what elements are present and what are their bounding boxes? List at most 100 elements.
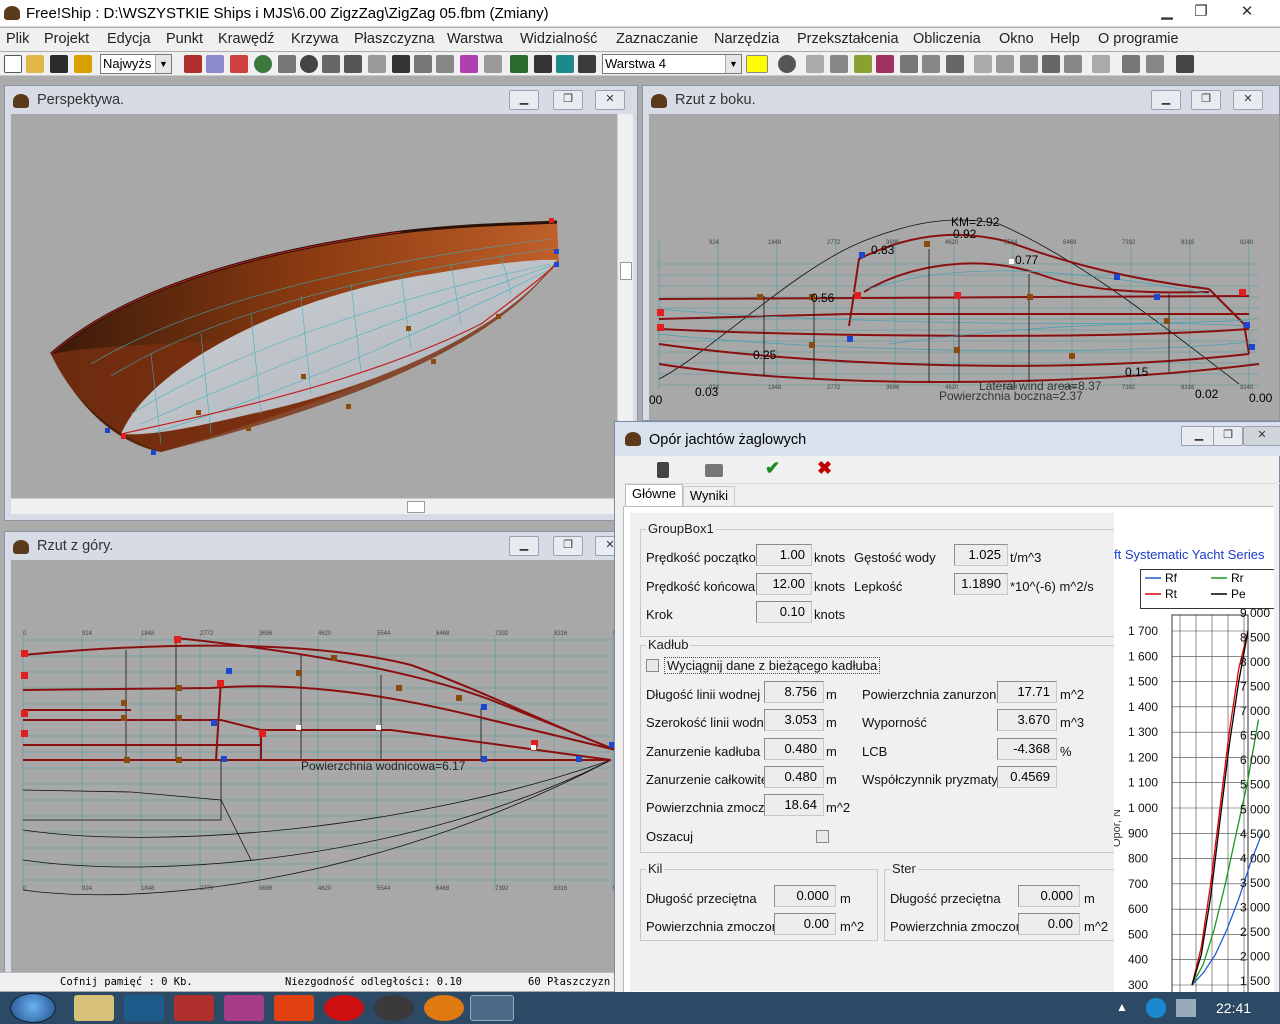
perspective-maximize-button[interactable]: ❐: [553, 90, 583, 110]
menu-plaszczyzna[interactable]: Płaszczyzna: [354, 31, 435, 47]
menu-projekt[interactable]: Projekt: [44, 31, 89, 47]
unlock-all-icon[interactable]: [946, 55, 964, 73]
perspective-viewport[interactable]: [11, 114, 617, 498]
layer-select[interactable]: Warstwa 4 ▼: [602, 54, 742, 74]
extract-checkbox[interactable]: [646, 659, 659, 672]
hull-draft-input[interactable]: 0.480: [764, 738, 824, 760]
waterplane-area-input[interactable]: 17.71: [997, 681, 1057, 703]
unlock-icon[interactable]: [922, 55, 940, 73]
minimize-button[interactable]: ▁: [1150, 2, 1184, 24]
buttocks-icon[interactable]: [344, 55, 362, 73]
markers-icon[interactable]: [436, 55, 454, 73]
shading-icon[interactable]: [300, 55, 318, 73]
freeship-taskbar-icon[interactable]: [470, 995, 514, 1021]
layer-icon[interactable]: [510, 55, 528, 73]
menu-o-programie[interactable]: O programie: [1098, 31, 1179, 47]
face-icon[interactable]: [1042, 55, 1060, 73]
density-input[interactable]: 1.025: [954, 544, 1008, 566]
start-button[interactable]: [10, 993, 56, 1023]
remove-unused-icon[interactable]: [1146, 55, 1164, 73]
dialog-minimize-button[interactable]: ▁: [1181, 426, 1217, 446]
layer-color-swatch[interactable]: [746, 55, 768, 73]
insert-point-icon[interactable]: [830, 55, 848, 73]
tray-app-icon[interactable]: [1146, 998, 1166, 1018]
layer-props-icon[interactable]: [534, 55, 552, 73]
network-icon[interactable]: [1176, 999, 1196, 1017]
clock[interactable]: 22:41: [1216, 1000, 1251, 1016]
dialog-close-button[interactable]: ✕: [1243, 426, 1280, 446]
estimate-checkbox[interactable]: [816, 830, 829, 843]
speed-end-input[interactable]: 12.00: [756, 573, 812, 595]
collapse-icon[interactable]: [876, 55, 894, 73]
menu-przeksztalcenia[interactable]: Przekształcenia: [797, 31, 899, 47]
displacement-input[interactable]: 3.670: [997, 709, 1057, 731]
menu-okno[interactable]: Okno: [999, 31, 1034, 47]
total-draft-input[interactable]: 0.480: [764, 766, 824, 788]
move-icon[interactable]: [806, 55, 824, 73]
step-input[interactable]: 0.10: [756, 601, 812, 623]
firefox-taskbar-icon[interactable]: [424, 995, 464, 1021]
precision-select[interactable]: Najwyżs ▼: [100, 54, 172, 74]
cancel-x-icon[interactable]: ✖: [817, 458, 832, 479]
perspective-hscrollbar[interactable]: [11, 498, 617, 514]
top-maximize-button[interactable]: ❐: [553, 536, 583, 556]
side-minimize-button[interactable]: ▁: [1151, 90, 1181, 110]
rudder-length-input[interactable]: 0.000: [1018, 885, 1080, 907]
lock-icon[interactable]: [900, 55, 918, 73]
split-icon[interactable]: [974, 55, 992, 73]
viscosity-input[interactable]: 1.1890: [954, 573, 1008, 595]
explorer-taskbar-icon[interactable]: [74, 995, 114, 1021]
wetted-area-input[interactable]: 18.64: [764, 794, 824, 816]
hscroll-thumb[interactable]: [407, 501, 425, 513]
menu-krawedz[interactable]: Krawędź: [218, 31, 274, 47]
keel-area-input[interactable]: 0.00: [774, 913, 836, 935]
menu-widzialnosc[interactable]: Widzialność: [520, 31, 597, 47]
show-normals-icon[interactable]: [230, 55, 248, 73]
speed-start-input[interactable]: 1.00: [756, 544, 812, 566]
app4-taskbar-icon[interactable]: [274, 995, 314, 1021]
layer-color-icon[interactable]: [556, 55, 574, 73]
curve-icon[interactable]: [1092, 55, 1110, 73]
stations-icon[interactable]: [322, 55, 340, 73]
flowlines-icon[interactable]: [460, 55, 478, 73]
calculator-icon[interactable]: [657, 462, 669, 478]
delete-icon[interactable]: [1176, 55, 1194, 73]
app3-taskbar-icon[interactable]: [224, 995, 264, 1021]
side-maximize-button[interactable]: ❐: [1191, 90, 1221, 110]
vscroll-thumb[interactable]: [620, 262, 632, 280]
maximize-button[interactable]: ❐: [1184, 2, 1218, 24]
diagonals-icon[interactable]: [392, 55, 410, 73]
show-interior-edges-icon[interactable]: [206, 55, 224, 73]
grid-icon[interactable]: [278, 55, 296, 73]
top-viewport[interactable]: Powierzchnia wodnicowa=6.17 0 0 924 924 1848…: [11, 560, 617, 972]
menu-narzedzia[interactable]: Narzędzia: [714, 31, 779, 47]
print-icon[interactable]: [705, 464, 723, 477]
waterlines-icon[interactable]: [368, 55, 386, 73]
menu-plik[interactable]: Plik: [6, 31, 29, 47]
globe-icon[interactable]: [254, 55, 272, 73]
menu-help[interactable]: Help: [1050, 31, 1080, 47]
tab-wyniki[interactable]: Wyniki: [683, 486, 735, 506]
menu-warstwa[interactable]: Warstwa: [447, 31, 503, 47]
extract-label[interactable]: Wyciągnij dane z bieżącego kadłuba: [664, 657, 881, 674]
open-folder-icon[interactable]: [26, 55, 44, 73]
show-hidden-icons-icon[interactable]: ▲: [1116, 1000, 1128, 1014]
menu-obliczenia[interactable]: Obliczenia: [913, 31, 981, 47]
show-controlnet-icon[interactable]: [184, 55, 202, 73]
dialog-maximize-button[interactable]: ❐: [1213, 426, 1243, 446]
github-taskbar-icon[interactable]: [374, 995, 414, 1021]
prismatic-coef-input[interactable]: 0.4569: [997, 766, 1057, 788]
curvature-icon[interactable]: [414, 55, 432, 73]
tab-glowne[interactable]: Główne: [625, 484, 683, 506]
perspective-close-button[interactable]: ✕: [595, 90, 625, 110]
layer-delete-icon[interactable]: [578, 55, 596, 73]
side-close-button[interactable]: ✕: [1233, 90, 1263, 110]
edit-icon[interactable]: [854, 55, 872, 73]
check-model-icon[interactable]: [1122, 55, 1140, 73]
bwl-input[interactable]: 3.053: [764, 709, 824, 731]
close-button[interactable]: ✕: [1230, 2, 1264, 24]
crease-icon[interactable]: [1064, 55, 1082, 73]
lwl-input[interactable]: 8.756: [764, 681, 824, 703]
menu-krzywa[interactable]: Krzywa: [291, 31, 339, 47]
new-file-icon[interactable]: [4, 55, 22, 73]
